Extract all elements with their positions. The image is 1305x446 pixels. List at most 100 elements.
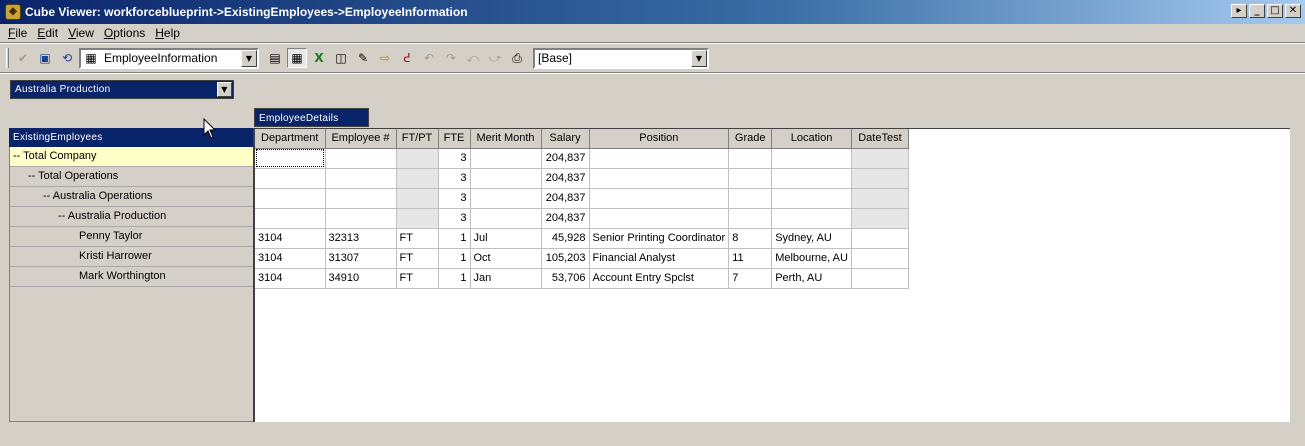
spreadsheet-view-icon[interactable]: ▦ xyxy=(287,48,307,68)
grid-cell[interactable]: 8 xyxy=(728,228,773,249)
grid-cell[interactable] xyxy=(771,188,852,209)
grid-cell[interactable] xyxy=(851,148,909,169)
grid-cell[interactable] xyxy=(771,208,852,229)
grid-cell[interactable] xyxy=(396,148,439,169)
recalculate-check-icon[interactable]: ✔ xyxy=(13,48,33,68)
row-item-total-operations[interactable]: -- Total Operations xyxy=(10,167,254,187)
grid-cell[interactable] xyxy=(851,268,909,289)
grid-cell[interactable]: Jul xyxy=(470,228,542,249)
grid-cell[interactable]: 1 xyxy=(438,228,471,249)
column-header-employee-number[interactable]: Employee # xyxy=(325,129,397,149)
row-item-kristi-harrower[interactable]: Kristi Harrower xyxy=(10,247,254,267)
grid-cell[interactable]: 105,203 xyxy=(541,248,590,269)
grid-cell[interactable]: 204,837 xyxy=(541,208,590,229)
toolbar-grip[interactable] xyxy=(6,48,9,68)
grid-cell[interactable] xyxy=(771,148,852,169)
grid-cell[interactable] xyxy=(851,248,909,269)
close-button[interactable]: ✕ xyxy=(1285,4,1301,18)
grid-cell[interactable] xyxy=(851,228,909,249)
grid-cell[interactable]: 11 xyxy=(728,248,773,269)
grid-view-icon[interactable]: ▤ xyxy=(265,48,285,68)
title-dimension-selector[interactable]: Australia Production ▼ xyxy=(10,80,234,99)
column-header-datetest[interactable]: DateTest xyxy=(851,129,909,149)
menu-options[interactable]: Options xyxy=(99,26,150,40)
grid-cell[interactable]: 204,837 xyxy=(541,148,590,169)
chart-view-icon[interactable]: ◫ xyxy=(331,48,351,68)
column-header-position[interactable]: Position xyxy=(589,129,730,149)
maximize-button[interactable]: □ xyxy=(1267,4,1283,18)
row-item-australia-operations[interactable]: -- Australia Operations xyxy=(10,187,254,207)
grid-cell[interactable]: 7 xyxy=(728,268,773,289)
title-dimension-dropdown-icon[interactable]: ▼ xyxy=(217,82,232,97)
grid-cell[interactable]: Jan xyxy=(470,268,542,289)
grid-cell[interactable]: Account Entry Spclst xyxy=(589,268,730,289)
save-icon[interactable]: ▣ xyxy=(35,48,55,68)
grid-cell[interactable]: 3 xyxy=(438,208,471,229)
grid-cell[interactable] xyxy=(728,148,773,169)
grid-cell[interactable] xyxy=(771,168,852,189)
column-header-location[interactable]: Location xyxy=(771,129,852,149)
base-selector[interactable]: [Base] ▼ xyxy=(533,47,709,69)
redo-all-icon[interactable]: ⤻ xyxy=(485,48,505,68)
grid-cell[interactable] xyxy=(851,188,909,209)
grid-cell[interactable]: 34910 xyxy=(325,268,397,289)
grid-cell[interactable]: FT xyxy=(396,248,439,269)
grid-cell[interactable] xyxy=(728,168,773,189)
grid-cell[interactable]: FT xyxy=(396,228,439,249)
column-header-department[interactable]: Department xyxy=(255,129,326,149)
grid-cell[interactable] xyxy=(325,188,397,209)
grid-cell[interactable] xyxy=(589,208,730,229)
menu-edit[interactable]: Edit xyxy=(32,26,63,40)
column-header-salary[interactable]: Salary xyxy=(541,129,590,149)
grid-cell[interactable] xyxy=(470,208,542,229)
grid-cell[interactable]: Sydney, AU xyxy=(771,228,852,249)
grid-cell[interactable]: Senior Printing Coordinator xyxy=(589,228,730,249)
grid-cell[interactable] xyxy=(325,148,397,169)
refresh-icon[interactable]: ⟲ xyxy=(57,48,77,68)
undo-all-icon[interactable]: ⤺ xyxy=(463,48,483,68)
minimize-button[interactable]: _ xyxy=(1249,4,1265,18)
grid-cell[interactable] xyxy=(396,188,439,209)
grid-cell[interactable]: Perth, AU xyxy=(771,268,852,289)
menu-file[interactable]: File xyxy=(3,26,32,40)
grid-cell[interactable]: 1 xyxy=(438,268,471,289)
grid-cell[interactable] xyxy=(589,168,730,189)
grid-cell[interactable] xyxy=(851,168,909,189)
grid-cell[interactable]: 31307 xyxy=(325,248,397,269)
row-item-mark-worthington[interactable]: Mark Worthington xyxy=(10,267,254,287)
grid-cell[interactable]: Melbourne, AU xyxy=(771,248,852,269)
row-item-australia-production[interactable]: -- Australia Production xyxy=(10,207,254,227)
grid-cell[interactable] xyxy=(396,168,439,189)
undo-icon[interactable]: ↶ xyxy=(419,48,439,68)
grid-cell[interactable] xyxy=(255,168,326,189)
grid-cell[interactable]: 32313 xyxy=(325,228,397,249)
grid-cell[interactable]: 1 xyxy=(438,248,471,269)
menu-help[interactable]: Help xyxy=(150,26,185,40)
redo-icon[interactable]: ↷ xyxy=(441,48,461,68)
view-selector-dropdown-icon[interactable]: ▼ xyxy=(241,49,257,67)
grid-cell[interactable]: Oct xyxy=(470,248,542,269)
edit-icon[interactable]: ✎ xyxy=(353,48,373,68)
grid-cell[interactable]: 204,837 xyxy=(541,188,590,209)
grid-cell[interactable]: Financial Analyst xyxy=(589,248,730,269)
grid-cell[interactable]: 53,706 xyxy=(541,268,590,289)
grid-cell[interactable] xyxy=(728,208,773,229)
grid-cell[interactable] xyxy=(396,208,439,229)
grid-cell[interactable] xyxy=(728,188,773,209)
base-selector-dropdown-icon[interactable]: ▼ xyxy=(691,49,707,67)
row-item-total-company[interactable]: -- Total Company xyxy=(10,147,254,167)
restore-tile-button[interactable]: ▸ xyxy=(1231,4,1247,18)
grid-cell[interactable]: 3104 xyxy=(255,248,326,269)
grid-cell[interactable] xyxy=(470,168,542,189)
grid-cell[interactable]: 3 xyxy=(438,168,471,189)
app-cube-icon[interactable]: ◈ xyxy=(5,4,21,20)
menu-view[interactable]: View xyxy=(63,26,99,40)
grid-cell[interactable] xyxy=(589,188,730,209)
view-selector[interactable]: ▦ EmployeeInformation ▼ xyxy=(79,47,259,69)
print-icon[interactable]: ⎙ xyxy=(507,48,527,68)
column-header-ft-pt[interactable]: FT/PT xyxy=(396,129,439,149)
grid-cell[interactable]: 3 xyxy=(438,148,471,169)
grid-cell[interactable]: 3 xyxy=(438,188,471,209)
grid-cell[interactable] xyxy=(470,188,542,209)
grid-cell[interactable] xyxy=(255,188,326,209)
